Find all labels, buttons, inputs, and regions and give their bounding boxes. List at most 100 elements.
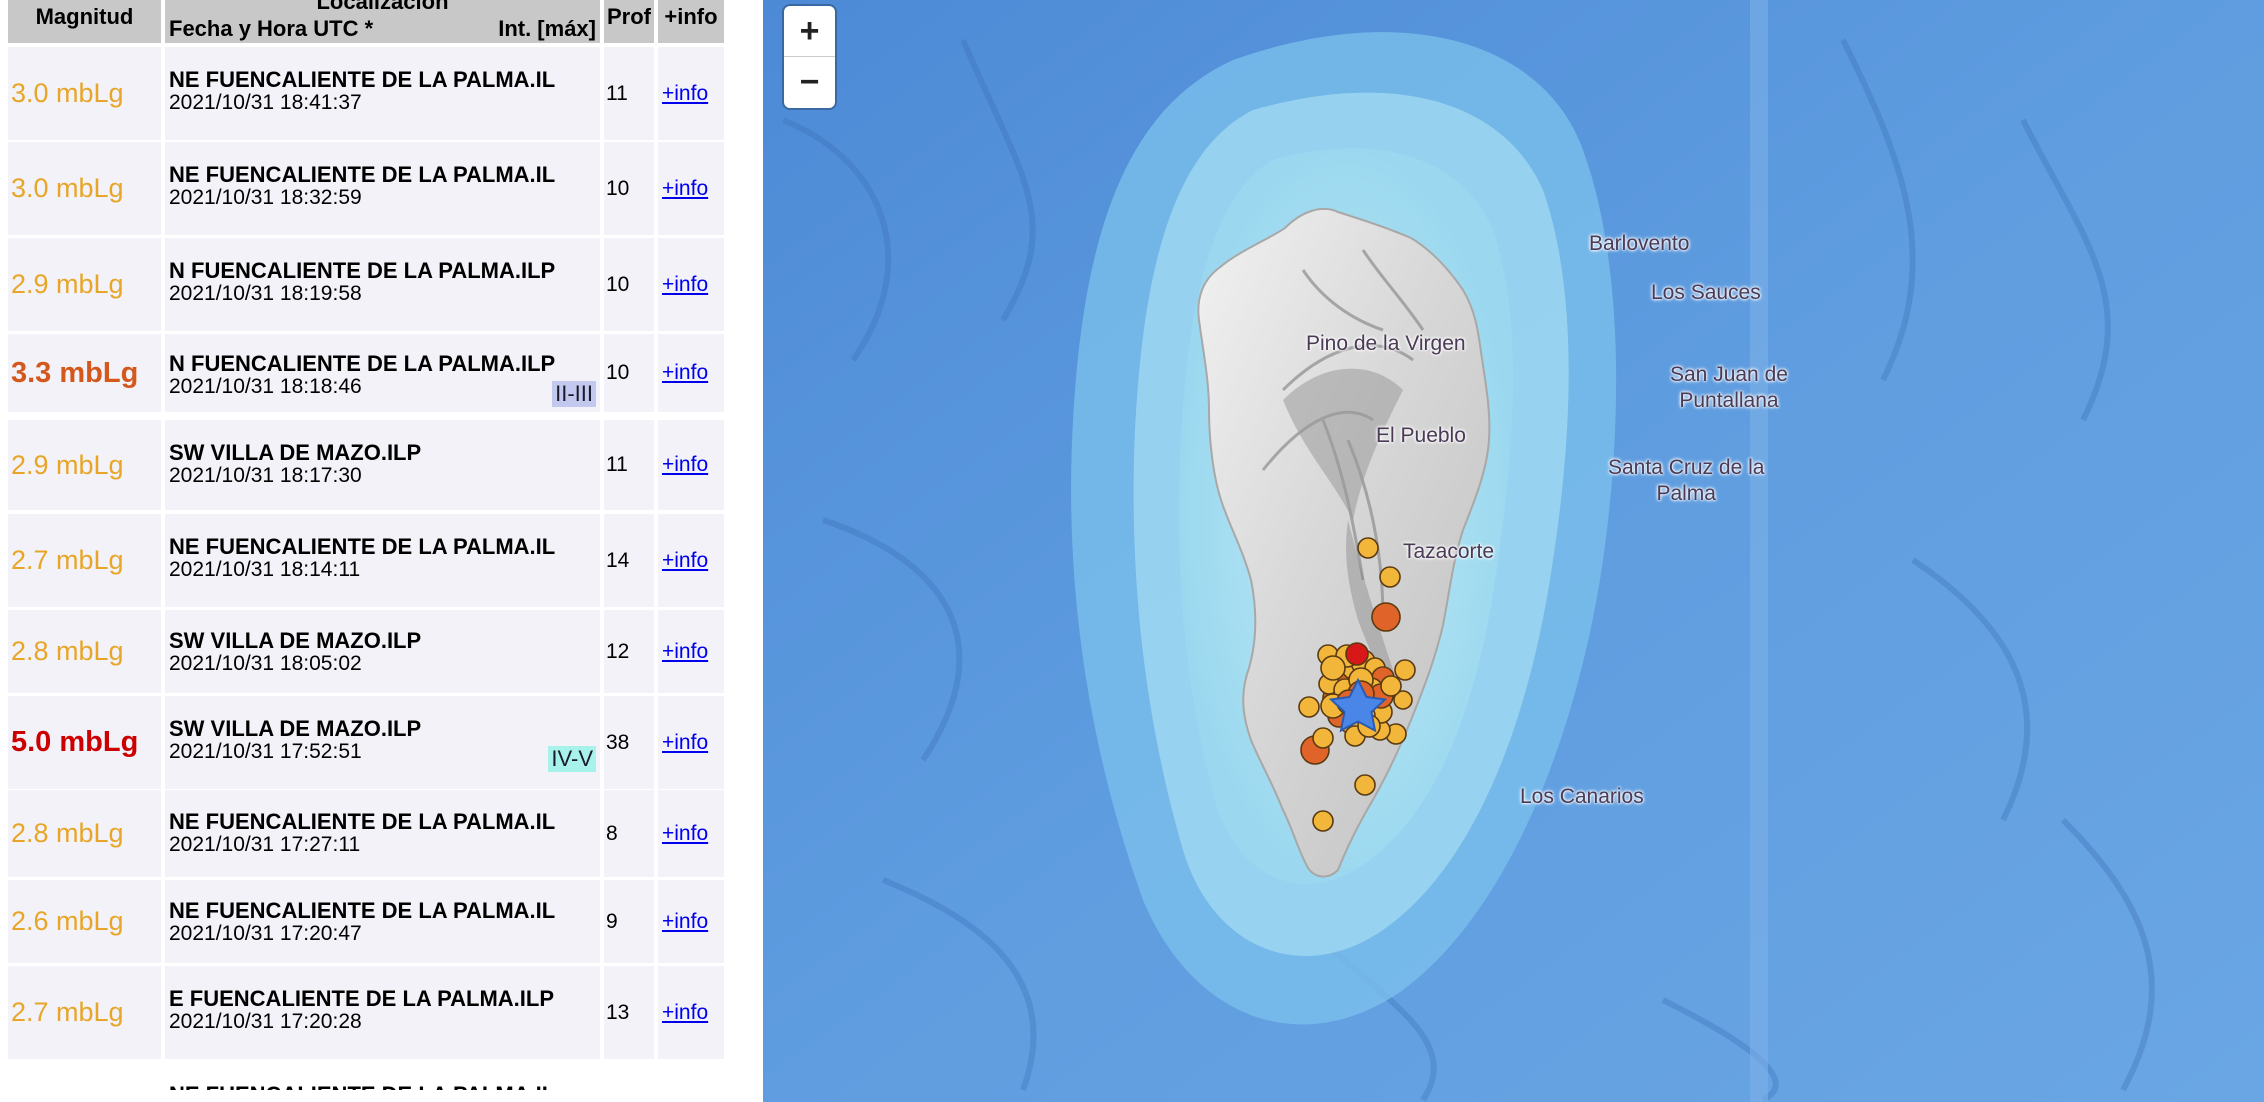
earthquake-marker[interactable] [1380,675,1402,697]
cell-info: +info [658,696,724,789]
label-los-sauces: Los Sauces [1651,281,1761,304]
cell-depth: 9 [604,880,654,963]
location-name: NE FUENCALIENTE DE LA PALMA.IL [169,162,556,187]
event-datetime: 2021/10/31 18:05:02 [169,652,362,675]
table-row[interactable]: 2.8 mbLg SW VILLA DE MAZO.ILP 2021/10/31… [0,610,728,703]
more-info-link[interactable]: +info [662,47,708,140]
magnitude-value: 3.0 mbLg [11,173,124,203]
event-datetime: 2021/10/31 18:17:30 [169,464,362,487]
more-info-link[interactable]: +info [662,238,708,331]
header-location[interactable]: Localización Fecha y Hora UTC * Int. [má… [165,0,600,43]
map-canvas [763,0,2264,1102]
earthquake-marker[interactable] [1354,774,1376,796]
table-row[interactable]: 5.0 mbLg SW VILLA DE MAZO.ILP 2021/10/31… [0,696,728,789]
earthquake-marker[interactable] [1312,810,1334,832]
magnitude-value: 2.9 mbLg [11,269,124,299]
depth-value: 10 [606,177,630,200]
location-name: SW VILLA DE MAZO.ILP [169,628,422,653]
label-san-juan-line1: San Juan de [1670,363,1788,386]
earthquake-marker[interactable] [1298,696,1320,718]
header-location-title: Localización [316,0,449,14]
earthquake-marker[interactable] [1345,642,1369,666]
intensity-badge: II-III [552,381,596,407]
cell-depth: 11 [604,47,654,140]
cell-depth: 10 [604,142,654,235]
table-row[interactable]: 2.9 mbLg SW VILLA DE MAZO.ILP 2021/10/31… [0,420,728,513]
table-row[interactable]: 3.0 mbLg NE FUENCALIENTE DE LA PALMA.IL … [0,142,728,235]
cell-location: N FUENCALIENTE DE LA PALMA.ILP 2021/10/3… [165,238,600,331]
more-info-link[interactable]: +info [662,696,708,789]
event-datetime: 2021/10/31 17:27:11 [169,833,361,856]
cell-magnitude: 3.0 mbLg [8,47,161,140]
minus-icon[interactable]: − [784,57,835,107]
cell-info: +info [658,420,724,510]
partial-row-place: NE FUENCALIENTE DE LA PALMA.IL [169,1082,555,1090]
cell-location: SW VILLA DE MAZO.ILP 2021/10/31 17:52:51… [165,696,600,789]
more-info-link[interactable]: +info [662,966,708,1059]
event-datetime: 2021/10/31 18:19:58 [169,282,362,305]
earthquake-marker[interactable] [1379,566,1401,588]
earthquake-marker[interactable] [1357,537,1379,559]
cell-info: +info [658,610,724,693]
table-row[interactable]: 2.7 mbLg E FUENCALIENTE DE LA PALMA.ILP … [0,966,728,1059]
label-el-pueblo: El Pueblo [1376,424,1466,447]
header-depth[interactable]: Prof [604,0,654,43]
fault-line [1750,0,1768,1102]
cell-magnitude: 2.9 mbLg [8,420,161,510]
table-row[interactable]: 2.8 mbLg NE FUENCALIENTE DE LA PALMA.IL … [0,790,728,883]
magnitude-value: 2.6 mbLg [11,906,124,936]
earthquake-table: Magnitud Localización Fecha y Hora UTC *… [0,0,728,1102]
cell-depth: 8 [604,790,654,877]
location-name: SW VILLA DE MAZO.ILP [169,440,422,465]
earthquake-marker[interactable] [1312,727,1334,749]
label-santa-cruz: Santa Cruz de la Palma [1608,455,1764,507]
more-info-link[interactable]: +info [662,142,708,235]
label-los-canarios: Los Canarios [1520,785,1644,808]
cell-location: E FUENCALIENTE DE LA PALMA.ILP 2021/10/3… [165,966,600,1059]
magnitude-value: 5.0 mbLg [11,726,139,758]
location-name: SW VILLA DE MAZO.ILP [169,716,422,741]
table-row[interactable]: 3.0 mbLg NE FUENCALIENTE DE LA PALMA.IL … [0,47,728,140]
table-row[interactable]: 2.7 mbLg NE FUENCALIENTE DE LA PALMA.IL … [0,514,728,607]
more-info-link[interactable]: +info [662,334,708,412]
cell-location: NE FUENCALIENTE DE LA PALMA.IL 2021/10/3… [165,514,600,607]
header-magnitude[interactable]: Magnitud [8,0,161,43]
label-pino-de-la-virgen: Pino de la Virgen [1306,332,1466,355]
plus-icon[interactable]: + [784,6,835,57]
depth-value: 13 [606,1001,630,1024]
table-row[interactable]: 3.3 mbLg N FUENCALIENTE DE LA PALMA.ILP … [0,334,728,427]
cell-magnitude: 2.6 mbLg [8,880,161,963]
header-intensity: Int. [máx] [498,16,596,41]
cell-location: NE FUENCALIENTE DE LA PALMA.IL 2021/10/3… [165,47,600,140]
table-row[interactable]: 2.6 mbLg NE FUENCALIENTE DE LA PALMA.IL … [0,880,728,973]
earthquake-marker[interactable] [1371,602,1401,632]
map-view[interactable] [763,0,2264,1102]
cell-magnitude: 2.8 mbLg [8,790,161,877]
magnitude-value: 2.7 mbLg [11,545,124,575]
label-barlovento: Barlovento [1589,232,1690,255]
more-info-link[interactable]: +info [662,420,708,510]
location-name: E FUENCALIENTE DE LA PALMA.ILP [169,986,554,1011]
cell-magnitude: 2.7 mbLg [8,514,161,607]
cell-info: +info [658,790,724,877]
magnitude-value: 2.9 mbLg [11,450,124,480]
more-info-link[interactable]: +info [662,610,708,693]
header-info: +info [658,0,724,43]
cell-depth: 12 [604,610,654,693]
cell-depth: 38 [604,696,654,789]
more-info-link[interactable]: +info [662,880,708,963]
cell-location: NE FUENCALIENTE DE LA PALMA.IL 2021/10/3… [165,880,600,963]
label-san-juan: San Juan de Puntallana [1670,362,1788,414]
more-info-link[interactable]: +info [662,514,708,607]
event-datetime: 2021/10/31 17:20:28 [169,1010,362,1033]
cell-location: N FUENCALIENTE DE LA PALMA.ILP 2021/10/3… [165,334,600,412]
table-row[interactable]: 2.9 mbLg N FUENCALIENTE DE LA PALMA.ILP … [0,238,728,331]
intensity-badge: IV-V [548,746,596,772]
more-info-link[interactable]: +info [662,790,708,877]
cell-magnitude: 2.7 mbLg [8,966,161,1059]
earthquake-marker[interactable] [1394,659,1416,681]
label-santa-cruz-line2: Palma [1656,482,1716,505]
depth-value: 9 [606,910,618,933]
label-tazacorte: Tazacorte [1403,540,1495,563]
earthquake-marker[interactable] [1320,655,1346,681]
